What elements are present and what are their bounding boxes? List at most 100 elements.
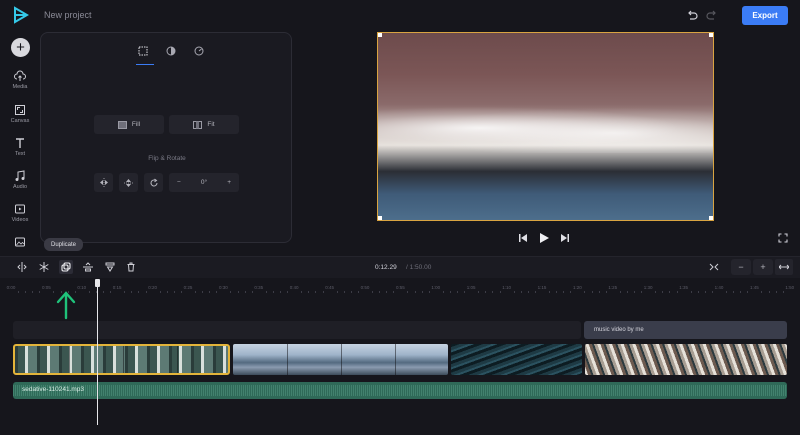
image-icon [15,237,25,247]
ruler-minor-tick [520,291,522,293]
zoom-out-button[interactable]: − [731,259,751,275]
ruler-minor-tick [103,291,105,293]
rotation-increment[interactable]: + [227,179,231,186]
ruler-tick-label: 0:00 [6,285,16,290]
resize-handle[interactable] [378,216,382,220]
rail-label: Canvas [10,118,30,124]
rail-item-audio[interactable]: Audio [3,170,37,190]
ruler-minor-tick [662,291,664,293]
audio-clip[interactable] [13,382,787,399]
fill-button[interactable]: Fill [94,115,164,134]
ruler-tick-label: 1:35 [679,285,688,290]
video-preview[interactable] [377,32,714,221]
rotate-button[interactable] [144,173,163,192]
ruler-minor-tick [492,291,494,293]
fullscreen-icon[interactable] [778,233,788,243]
ruler-minor-tick [280,291,282,293]
rail-item-images[interactable] [3,236,37,248]
project-title[interactable]: New project [44,10,92,20]
ruler-minor-tick [570,291,572,293]
add-button[interactable]: + [11,38,30,57]
ruler-tick-label: 0:45 [325,285,334,290]
undo-icon[interactable] [686,9,698,21]
skip-back-icon[interactable] [518,233,528,243]
fill-label: Fill [131,121,141,128]
ruler-minor-tick [216,291,218,293]
ruler-tick-label: 1:10 [502,285,511,290]
playhead[interactable] [97,282,98,425]
resize-handle[interactable] [709,216,713,220]
detach-audio-button[interactable] [103,260,117,274]
logo-icon [14,6,29,24]
split-button[interactable] [15,260,29,274]
ruler-tick-label: 0:40 [289,285,299,290]
freeze-button[interactable] [37,260,51,274]
rail-item-videos[interactable]: Videos [3,203,37,223]
ruler-minor-tick [414,291,416,293]
ruler-minor-tick [272,291,274,293]
rail-label: Audio [12,184,28,190]
tab-crop[interactable] [135,43,151,59]
ruler-minor-tick [110,291,112,293]
skip-forward-icon[interactable] [560,233,570,243]
ruler-minor-tick [166,291,168,293]
ruler-minor-tick [322,291,324,293]
text-clip[interactable]: music video by me [584,321,787,339]
zoom-in-button[interactable]: + [753,259,773,275]
speed-icon [194,46,204,56]
video-clip[interactable] [451,344,582,375]
ruler-minor-tick [605,291,607,293]
trim-button[interactable] [81,260,95,274]
resize-handle[interactable] [378,33,382,37]
text-track[interactable] [13,321,581,339]
rail-item-canvas[interactable]: Canvas [3,104,37,124]
ruler-minor-tick [195,291,197,293]
video-clip[interactable] [233,344,448,375]
ruler-minor-tick [449,291,451,293]
video-clip-selected[interactable] [13,344,230,375]
music-note-icon [15,170,25,181]
cloud-upload-icon [14,70,26,81]
duplicate-button[interactable] [59,260,73,274]
duplicate-icon [61,262,71,272]
ruler-minor-tick [350,291,352,293]
delete-button[interactable] [124,260,138,274]
expand-timeline-button[interactable] [775,259,793,275]
ruler-minor-tick [124,291,126,293]
rotation-stepper[interactable]: − 0° + [169,173,239,192]
ruler-minor-tick [464,291,466,293]
ruler-minor-tick [173,291,175,293]
export-button[interactable]: Export [742,6,788,25]
tab-speed[interactable] [191,43,207,59]
ruler-minor-tick [18,291,20,293]
play-icon[interactable] [538,232,550,244]
canvas-icon [15,105,25,115]
flip-horizontal-button[interactable] [94,173,113,192]
expand-icon [779,264,789,270]
ruler-minor-tick [655,291,657,293]
rail-item-text[interactable]: Text [3,137,37,157]
ruler-minor-tick [407,291,409,293]
properties-panel: Fill Fit Flip & Rotate − 0° + [40,32,292,243]
flip-vertical-button[interactable] [119,173,138,192]
playhead-handle[interactable] [95,279,100,287]
ruler-minor-tick [591,291,593,293]
ruler-minor-tick [159,291,161,293]
ruler-minor-tick [202,291,204,293]
ruler-tick-label: 1:15 [537,285,547,290]
fit-timeline-button[interactable] [707,260,721,274]
resize-handle[interactable] [709,33,713,37]
video-clip[interactable] [585,344,787,375]
redo-icon[interactable] [706,9,718,21]
ruler-minor-tick [428,291,430,293]
rotation-decrement[interactable]: − [177,179,181,186]
fit-button[interactable]: Fit [169,115,239,134]
total-time-value: 1:50.00 [409,264,432,271]
tab-adjust[interactable] [163,43,179,59]
ruler-minor-tick [379,291,381,293]
rotation-value[interactable]: 0° [201,179,207,186]
ruler-minor-tick [230,291,232,293]
panel-tabs [135,43,207,59]
rail-item-media[interactable]: Media [3,70,37,90]
ruler-minor-tick [131,291,133,293]
